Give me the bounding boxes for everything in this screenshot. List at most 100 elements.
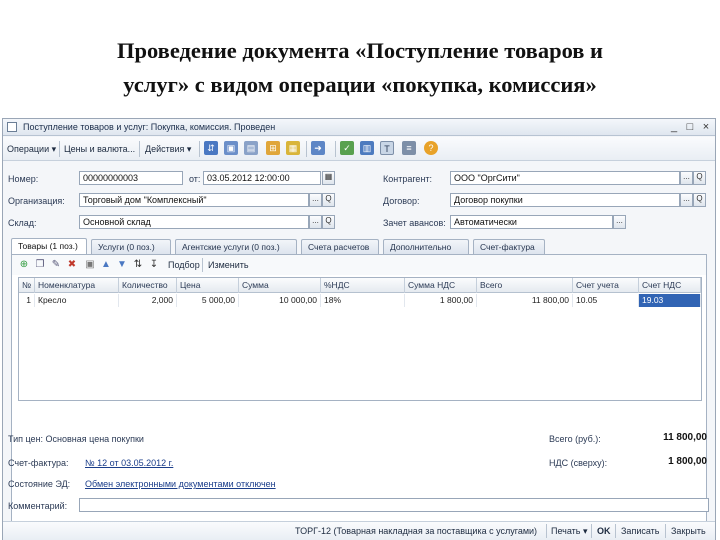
- table-row[interactable]: 1 Кресло 2,000 5 000,00 10 000,00 18% 1 …: [19, 294, 701, 307]
- change-button[interactable]: Изменить: [208, 258, 249, 272]
- cell-account[interactable]: 10.05: [573, 294, 639, 307]
- toolbar-separator: [615, 524, 616, 538]
- toolbar-separator: [199, 141, 200, 157]
- save-button[interactable]: Записать: [621, 525, 659, 538]
- organization-open-icon[interactable]: Q: [322, 193, 335, 207]
- move-up-icon[interactable]: ▲: [100, 259, 112, 271]
- number-field[interactable]: 00000000003: [79, 171, 183, 185]
- toolbar-separator: [306, 141, 307, 157]
- warehouse-open-icon[interactable]: Q: [322, 215, 335, 229]
- warehouse-field[interactable]: Основной склад: [79, 215, 309, 229]
- dt-kt-icon[interactable]: Т: [380, 141, 394, 155]
- organization-select-button[interactable]: ...: [309, 193, 322, 207]
- col-vat-sum[interactable]: Сумма НДС: [405, 278, 477, 293]
- prices-currency-button[interactable]: Цены и валюта...: [64, 142, 135, 156]
- cell-number: 1: [19, 294, 35, 307]
- col-account[interactable]: Счет учета: [573, 278, 639, 293]
- col-total[interactable]: Всего: [477, 278, 573, 293]
- comment-label: Комментарий:: [8, 501, 68, 511]
- comment-field[interactable]: [79, 498, 709, 512]
- sort-desc-icon[interactable]: ↧: [148, 259, 160, 271]
- close-window-button[interactable]: ×: [699, 120, 713, 134]
- col-number[interactable]: №: [19, 278, 35, 293]
- end-edit-icon[interactable]: ▣: [84, 259, 96, 271]
- counterparty-select-button[interactable]: ...: [680, 171, 693, 185]
- goods-table[interactable]: № Номенклатура Количество Цена Сумма %НД…: [18, 277, 702, 401]
- col-quantity[interactable]: Количество: [119, 278, 177, 293]
- grid-toolbar: ⊕ ❐ ✎ ✖ ▣ ▲ ▼ ⇅ ↧ Подбор Изменить: [12, 255, 706, 275]
- cell-quantity[interactable]: 2,000: [119, 294, 177, 307]
- cell-vat-sum[interactable]: 1 800,00: [405, 294, 477, 307]
- advance-offset-field[interactable]: Автоматически: [450, 215, 613, 229]
- based-on-icon[interactable]: ➜: [311, 141, 325, 155]
- col-vat-account[interactable]: Счет НДС: [639, 278, 701, 293]
- cell-total[interactable]: 11 800,00: [477, 294, 573, 307]
- tab-invoice[interactable]: Счет-фактура: [473, 239, 545, 254]
- organization-label: Организация:: [8, 196, 65, 206]
- actions-menu[interactable]: Действия ▾: [145, 142, 191, 156]
- price-type-label[interactable]: Тип цен: Основная цена покупки: [8, 434, 144, 444]
- close-button[interactable]: Закрыть: [671, 525, 706, 538]
- ed-state-link[interactable]: Обмен электронными документами отключен: [85, 479, 276, 489]
- structure-icon[interactable]: ⊞: [266, 141, 280, 155]
- document-icon: [7, 122, 17, 132]
- cell-price[interactable]: 5 000,00: [177, 294, 239, 307]
- ok-button[interactable]: OK: [597, 525, 611, 538]
- tab-services[interactable]: Услуги (0 поз.): [91, 239, 171, 254]
- date-field[interactable]: 03.05.2012 12:00:00: [203, 171, 321, 185]
- postings-icon[interactable]: ✓: [340, 141, 354, 155]
- torg12-print-button[interactable]: ТОРГ-12 (Товарная накладная за поставщик…: [295, 525, 537, 538]
- organization-field[interactable]: Торговый дом "Комплексный": [79, 193, 309, 207]
- counterparty-field[interactable]: ООО "ОргСити": [450, 171, 680, 185]
- col-price[interactable]: Цена: [177, 278, 239, 293]
- total-label: Всего (руб.):: [549, 434, 601, 444]
- total-value: 11 800,00: [663, 432, 707, 443]
- slide-title-line1: Проведение документа «Поступление товаро…: [116, 38, 604, 63]
- cell-sum[interactable]: 10 000,00: [239, 294, 321, 307]
- ed-state-label: Состояние ЭД:: [8, 479, 71, 489]
- date-label: от:: [189, 174, 201, 184]
- journal-icon[interactable]: ▥: [360, 141, 374, 155]
- window-title: Поступление товаров и услуг: Покупка, ко…: [23, 122, 276, 132]
- warehouse-label: Склад:: [8, 218, 37, 228]
- print-menu-button[interactable]: Печать ▾: [551, 525, 588, 538]
- calendar-icon[interactable]: ▦: [322, 171, 335, 185]
- edit-row-icon[interactable]: ✎: [50, 259, 62, 271]
- copy-row-icon[interactable]: ❐: [34, 259, 46, 271]
- selection-button[interactable]: Подбор: [168, 258, 200, 272]
- print-preview-icon[interactable]: ▦: [286, 141, 300, 155]
- contract-open-icon[interactable]: Q: [693, 193, 706, 207]
- advance-offset-select-button[interactable]: ...: [613, 215, 626, 229]
- tab-agent-services[interactable]: Агентские услуги (0 поз.): [175, 239, 297, 254]
- add-row-icon[interactable]: ⊕: [18, 259, 30, 271]
- minimize-button[interactable]: _: [667, 120, 681, 134]
- col-item[interactable]: Номенклатура: [35, 278, 119, 293]
- tab-additional[interactable]: Дополнительно: [383, 239, 469, 254]
- invoice-link[interactable]: № 12 от 03.05.2012 г.: [85, 458, 173, 468]
- contract-select-button[interactable]: ...: [680, 193, 693, 207]
- move-down-icon[interactable]: ▼: [116, 259, 128, 271]
- operations-menu[interactable]: Операции ▾: [7, 142, 56, 156]
- col-vat-rate[interactable]: %НДС: [321, 278, 405, 293]
- maximize-button[interactable]: □: [683, 120, 697, 134]
- sort-asc-icon[interactable]: ⇅: [132, 259, 144, 271]
- col-sum[interactable]: Сумма: [239, 278, 321, 293]
- view-icon[interactable]: ▤: [244, 141, 258, 155]
- delete-row-icon[interactable]: ✖: [66, 259, 78, 271]
- help-icon[interactable]: ?: [424, 141, 438, 155]
- window-titlebar[interactable]: Поступление товаров и услуг: Покупка, ко…: [3, 119, 715, 136]
- post-document-icon[interactable]: ⇵: [204, 141, 218, 155]
- cell-item[interactable]: Кресло: [35, 294, 119, 307]
- contract-field[interactable]: Договор покупки: [450, 193, 680, 207]
- main-toolbar: Операции ▾ Цены и валюта... Действия ▾ ⇵…: [3, 137, 715, 161]
- save-icon[interactable]: ▣: [224, 141, 238, 155]
- counterparty-open-icon[interactable]: Q: [693, 171, 706, 185]
- tab-settlement-accounts[interactable]: Счета расчетов: [301, 239, 379, 254]
- number-label: Номер:: [8, 174, 39, 184]
- list-icon[interactable]: ≡: [402, 141, 416, 155]
- cell-vat-rate[interactable]: 18%: [321, 294, 405, 307]
- cell-vat-account[interactable]: 19.03: [639, 294, 701, 307]
- warehouse-select-button[interactable]: ...: [309, 215, 322, 229]
- document-window: Поступление товаров и услуг: Покупка, ко…: [2, 118, 716, 540]
- tab-goods[interactable]: Товары (1 поз.): [11, 238, 87, 255]
